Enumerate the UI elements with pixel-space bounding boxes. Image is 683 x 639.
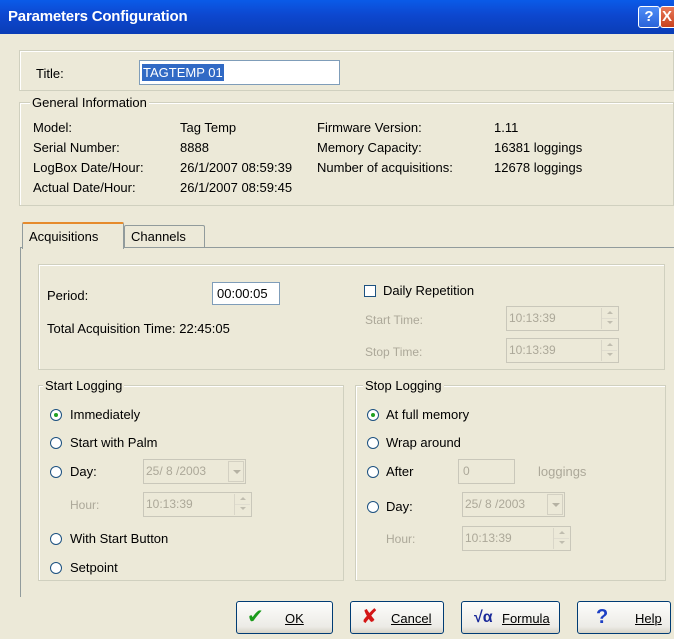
logbox-label: LogBox Date/Hour:: [33, 160, 144, 175]
tab-acquisitions[interactable]: Acquisitions: [22, 222, 124, 249]
period-value: 00:00:05: [217, 286, 268, 301]
tab-channels-label: Channels: [131, 229, 186, 244]
stop-hour-value: 10:13:39: [465, 531, 512, 545]
serial-value: 8888: [180, 140, 209, 155]
window-title: Parameters Configuration: [8, 8, 188, 25]
model-value: Tag Temp: [180, 120, 237, 135]
stop-hour-spinner[interactable]: 10:13:39: [462, 526, 571, 551]
memory-value: 16381 loggings: [494, 140, 583, 155]
radio-after[interactable]: [367, 466, 379, 478]
red-x-icon: ✘: [361, 606, 378, 628]
stop-time-value: 10:13:39: [509, 343, 556, 357]
radio-wrap-around[interactable]: [367, 437, 379, 449]
after-loggings-input[interactable]: 0: [458, 459, 515, 484]
after-loggings-value: 0: [463, 464, 470, 478]
parameters-dialog: Parameters Configuration ? X Title: TAGT…: [0, 0, 674, 639]
cancel-label: Cancel: [391, 611, 432, 626]
stop-time-label: Stop Time:: [365, 345, 423, 359]
help-title-button[interactable]: ?: [638, 6, 660, 28]
question-icon: ?: [596, 606, 609, 628]
total-acquisition-time: Total Acquisition Time: 22:45:05: [47, 321, 230, 336]
start-hour-spinner[interactable]: 10:13:39: [143, 492, 252, 517]
checkmark-icon: ✔: [247, 606, 264, 628]
start-hour-value: 10:13:39: [146, 497, 193, 511]
full-memory-label: At full memory: [386, 407, 470, 422]
general-info-legend: General Information: [30, 95, 149, 110]
radio-stop-day[interactable]: [367, 501, 379, 513]
period-input[interactable]: 00:00:05: [212, 282, 280, 305]
radio-start-with-palm[interactable]: [50, 437, 62, 449]
title-group: [19, 50, 674, 91]
title-input-value: TAGTEMP 01: [142, 64, 224, 81]
after-unit-label: loggings: [538, 464, 587, 479]
start-time-label: Start Time:: [365, 313, 424, 327]
actual-label: Actual Date/Hour:: [33, 180, 136, 195]
formula-button[interactable]: √α Formula: [461, 601, 560, 634]
start-day-dropdown-icon[interactable]: [228, 461, 244, 482]
day-label: Day:: [70, 464, 97, 479]
after-label: After: [386, 464, 414, 479]
start-hour-label: Hour:: [70, 498, 100, 512]
immediately-label: Immediately: [70, 407, 141, 422]
title-input[interactable]: TAGTEMP 01: [139, 60, 340, 85]
stop-day-combo[interactable]: 25/ 8 /2003: [462, 492, 565, 517]
daily-repetition-checkbox[interactable]: [364, 285, 376, 297]
radio-immediately[interactable]: [50, 409, 62, 421]
radio-day[interactable]: [50, 466, 62, 478]
stop-day-value: 25/ 8 /2003: [465, 497, 526, 511]
serial-label: Serial Number:: [33, 140, 120, 155]
tab-acquisitions-label: Acquisitions: [29, 229, 99, 244]
firmware-value: 1.11: [494, 120, 519, 135]
square-root-icon: √α: [474, 609, 493, 626]
setpoint-label: Setpoint: [70, 560, 118, 575]
start-hour-spin-icon[interactable]: [234, 494, 250, 515]
firmware-label: Firmware Version:: [317, 120, 422, 135]
close-button[interactable]: X: [660, 6, 674, 28]
model-label: Model:: [33, 120, 73, 135]
help-label: Help: [635, 611, 662, 626]
start-button-label: With Start Button: [70, 531, 169, 546]
stop-day-dropdown-icon[interactable]: [547, 494, 563, 515]
start-time-spinner[interactable]: 10:13:39: [506, 306, 619, 331]
start-time-spin-icon[interactable]: [601, 308, 617, 329]
formula-label: Formula: [502, 611, 550, 626]
stop-logging-legend: Stop Logging: [363, 378, 444, 393]
daily-repetition-label: Daily Repetition: [383, 283, 475, 298]
memory-label: Memory Capacity:: [317, 140, 422, 155]
actual-value: 26/1/2007 08:59:45: [180, 180, 293, 195]
cancel-button[interactable]: ✘ Cancel: [350, 601, 444, 634]
ok-label: OK: [285, 611, 304, 626]
start-logging-legend: Start Logging: [43, 378, 125, 393]
stop-hour-spin-icon[interactable]: [553, 528, 569, 549]
radio-setpoint[interactable]: [50, 562, 62, 574]
title-label: Title:: [36, 66, 64, 81]
wrap-around-label: Wrap around: [386, 435, 461, 450]
radio-full-memory[interactable]: [367, 409, 379, 421]
stop-time-spin-icon[interactable]: [601, 340, 617, 361]
help-button[interactable]: ? Help: [577, 601, 671, 634]
radio-start-button[interactable]: [50, 533, 62, 545]
start-with-palm-label: Start with Palm: [70, 435, 158, 450]
stop-day-label: Day:: [386, 499, 413, 514]
acquisitions-label: Number of acquisitions:: [317, 160, 453, 175]
stop-time-spinner[interactable]: 10:13:39: [506, 338, 619, 363]
start-time-value: 10:13:39: [509, 311, 556, 325]
title-bar[interactable]: Parameters Configuration ? X: [0, 0, 674, 34]
stop-hour-label: Hour:: [386, 532, 416, 546]
acquisitions-value: 12678 loggings: [494, 160, 583, 175]
tab-channels[interactable]: Channels: [124, 225, 205, 247]
start-day-combo[interactable]: 25/ 8 /2003: [143, 459, 246, 484]
ok-button[interactable]: ✔ OK: [236, 601, 333, 634]
logbox-value: 26/1/2007 08:59:39: [180, 160, 293, 175]
start-day-value: 25/ 8 /2003: [146, 464, 207, 478]
period-label: Period:: [47, 288, 89, 303]
